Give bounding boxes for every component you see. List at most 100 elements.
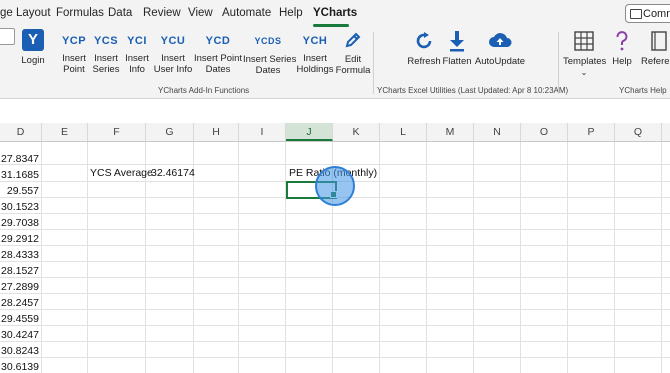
help-label: Help [612, 56, 632, 67]
column-header-p[interactable]: P [568, 123, 615, 141]
edit-formula-label-2: Formula [335, 65, 371, 76]
insert-point-dates-button[interactable]: YCD Insert Point Dates [194, 35, 243, 76]
cell-d-value[interactable]: 30.6139 [0, 359, 39, 373]
reference-button[interactable]: Referen [638, 30, 670, 67]
question-icon [616, 31, 628, 51]
menu-ycharts[interactable]: YCharts [313, 7, 357, 19]
menu-bar: ge Layout Formulas Data Review View Auto… [0, 0, 670, 28]
edit-formula-label: Edit [344, 54, 362, 65]
menu-formulas[interactable]: Formulas [56, 7, 104, 19]
insert-point-dates-label: Insert Point [194, 53, 243, 64]
book-icon [651, 31, 667, 51]
grid-line [87, 142, 88, 373]
login-label: Login [21, 55, 45, 66]
login-button[interactable]: Y Login [14, 29, 52, 66]
ycu-icon: YCU [160, 35, 186, 47]
insert-series-label-2: Series [92, 64, 120, 75]
grid-line [0, 309, 670, 310]
cell-d-value[interactable]: 27.8347 [0, 151, 39, 167]
menu-page-layout[interactable]: ge Layout [0, 7, 51, 19]
grid-line [0, 357, 670, 358]
ycs-average-value[interactable]: 32.46174 [151, 165, 195, 181]
insert-series-dates-label-2: Dates [255, 65, 281, 76]
column-header-l[interactable]: L [380, 123, 427, 141]
column-header-e[interactable]: E [42, 123, 88, 141]
cell-d-value[interactable]: 29.557 [0, 183, 39, 199]
grid-line [0, 245, 670, 246]
grid-line [379, 142, 380, 373]
ycds-icon: YCDS [254, 36, 282, 46]
group-label-help: YCharts Help [619, 86, 667, 95]
insert-point-dates-label-2: Dates [205, 64, 231, 75]
insert-point-label: Insert [62, 53, 86, 64]
cell-d-value[interactable]: 27.2899 [0, 279, 39, 295]
comment-icon [630, 9, 642, 19]
column-header-n[interactable]: N [474, 123, 521, 141]
insert-series-button[interactable]: YCS Insert Series [90, 36, 122, 76]
sheet-toolbar-gap [0, 99, 670, 123]
menu-data[interactable]: Data [108, 7, 132, 19]
insert-holdings-button[interactable]: YCH Insert Holdings [295, 36, 335, 76]
column-header-j[interactable]: J [286, 123, 333, 141]
insert-holdings-label-2: Holdings [296, 64, 334, 75]
comments-button[interactable]: Comme [625, 4, 670, 23]
insert-user-info-label: Insert [161, 53, 185, 64]
grid-line [614, 142, 615, 373]
column-header-m[interactable]: M [427, 123, 474, 141]
pencil-icon [345, 32, 361, 48]
ycs-average-label[interactable]: YCS Average [90, 165, 153, 181]
mouse-cursor-highlight [315, 166, 355, 206]
insert-user-info-label-2: User Info [153, 64, 193, 75]
cell-d-value[interactable]: 31.1685 [0, 167, 39, 183]
refresh-icon [416, 32, 432, 49]
help-button[interactable]: Help [608, 30, 636, 67]
insert-info-button[interactable]: YCI Insert Info [122, 35, 152, 76]
grid-line [238, 142, 239, 373]
flatten-button[interactable]: Flatten [441, 30, 473, 67]
insert-series-dates-label: Insert Series [243, 54, 297, 65]
cell-d-value[interactable]: 28.1527 [0, 263, 39, 279]
cell-d-value[interactable]: 30.4247 [0, 327, 39, 343]
column-header-g[interactable]: G [146, 123, 194, 141]
insert-series-label: Insert [94, 53, 118, 64]
cell-d-value[interactable]: 29.7038 [0, 215, 39, 231]
edit-formula-button[interactable]: Edit Formula [335, 30, 371, 76]
menu-help[interactable]: Help [279, 7, 303, 19]
active-tab-indicator [313, 24, 349, 27]
column-header-q[interactable]: Q [615, 123, 662, 141]
cell-d-value[interactable]: 30.1523 [0, 199, 39, 215]
cell-d-value[interactable]: 30.8243 [0, 343, 39, 359]
templates-label: Templates [563, 56, 607, 67]
grid-line [0, 229, 670, 230]
cell-d-value[interactable]: 29.2912 [0, 231, 39, 247]
column-header-f[interactable]: F [88, 123, 146, 141]
insert-point-button[interactable]: YCP Insert Point [58, 35, 90, 76]
insert-series-dates-button[interactable]: YCDS Insert Series Dates [243, 36, 297, 76]
refresh-button[interactable]: Refresh [406, 30, 442, 67]
column-header-h[interactable]: H [194, 123, 239, 141]
ribbon-partial-button[interactable] [0, 28, 15, 45]
menu-review[interactable]: Review [143, 7, 181, 19]
cell-d-value[interactable]: 28.4333 [0, 247, 39, 263]
grid-line [41, 142, 42, 373]
grid-line [285, 142, 286, 373]
cell-d-value[interactable]: 28.2457 [0, 295, 39, 311]
autoupdate-button[interactable]: AutoUpdate [474, 30, 526, 67]
insert-point-label-2: Point [63, 64, 85, 75]
column-header-k[interactable]: K [333, 123, 380, 141]
column-header-o[interactable]: O [521, 123, 568, 141]
templates-button[interactable]: Templates ⌄ [563, 30, 607, 78]
cell-d-value[interactable]: 29.4559 [0, 311, 39, 327]
column-header-d[interactable]: D [0, 123, 42, 141]
grid-line [520, 142, 521, 373]
ycp-icon: YCP [61, 35, 87, 47]
ycd-icon: YCD [205, 35, 231, 47]
flatten-label: Flatten [442, 56, 472, 67]
yci-icon: YCI [127, 35, 147, 47]
column-header-i[interactable]: I [239, 123, 286, 141]
insert-user-info-button[interactable]: YCU Insert User Info [153, 35, 193, 76]
column-headers: D E F G H I J K L M N O P Q [0, 123, 670, 142]
menu-automate[interactable]: Automate [222, 7, 271, 19]
menu-view[interactable]: View [188, 7, 213, 19]
refresh-label: Refresh [407, 56, 441, 67]
